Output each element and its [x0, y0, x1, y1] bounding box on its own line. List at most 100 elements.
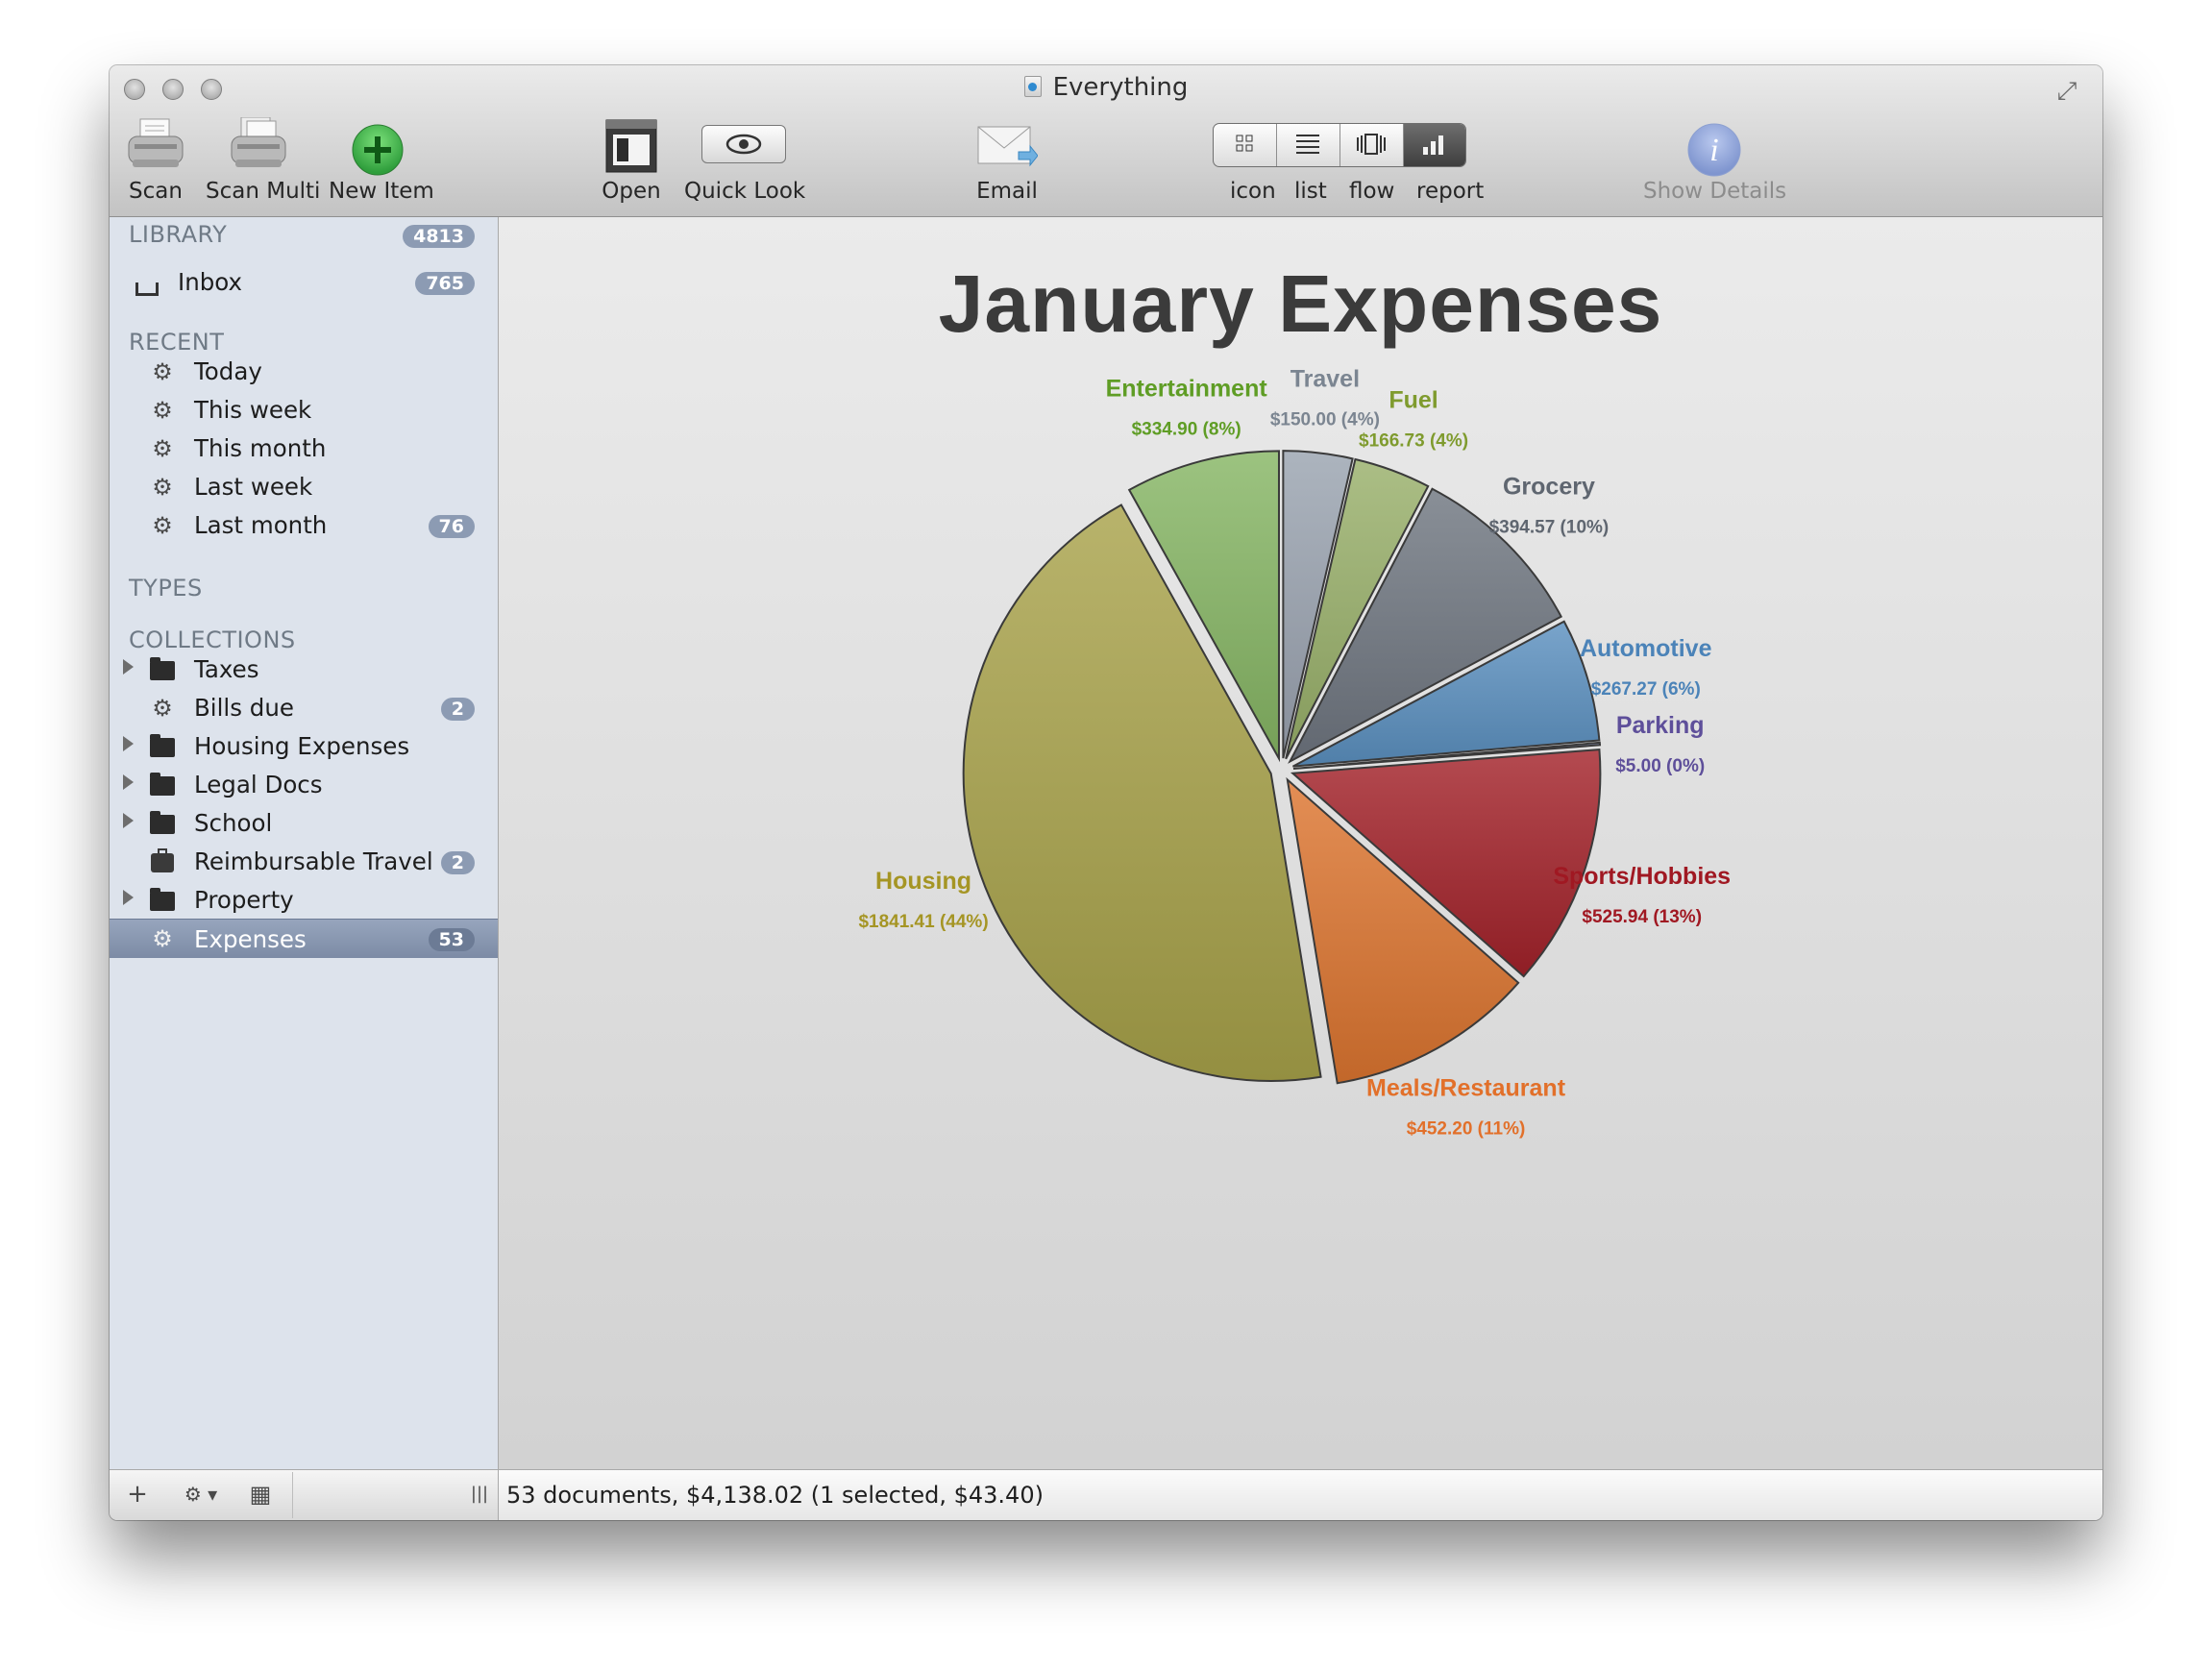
recent-heading: RECENT	[129, 329, 225, 356]
sidebar-item-label: Last week	[194, 473, 313, 501]
sidebar-item-label: This month	[194, 434, 327, 462]
report-view: January Expenses Travel $150.00 (4%) Fuel $…	[499, 217, 2102, 1469]
toolbar: Everything ⤢ Scan Scan Multi New Item Op…	[110, 65, 2102, 217]
quick-look-label: Quick Look	[684, 179, 806, 204]
sidebar-item-last-month[interactable]: ⚙ Last month 76	[110, 507, 498, 544]
disclosure-triangle-icon[interactable]	[123, 890, 134, 905]
sidebar-item-expenses[interactable]: ⚙ Expenses 53	[110, 919, 498, 958]
slice-value-grocery: $394.57 (10%)	[1489, 517, 1610, 537]
types-heading[interactable]: TYPES	[129, 575, 203, 602]
sidebar-item-bills-due[interactable]: ⚙ Bills due 2	[110, 690, 498, 726]
multi-scanner-icon	[231, 117, 286, 167]
sidebar-item-this-month[interactable]: ⚙ This month	[110, 430, 498, 467]
bar-chart-icon	[1423, 135, 1443, 155]
fullscreen-icon[interactable]: ⤢	[2052, 77, 2081, 106]
sidebar-item-last-week[interactable]: ⚙ Last week	[110, 469, 498, 505]
sidebar-item-label: Reimbursable Travel	[194, 847, 433, 875]
scanner-icon	[128, 118, 184, 167]
app-window: Everything ⤢ Scan Scan Multi New Item Op…	[110, 65, 2102, 1520]
new-item-button[interactable]: New Item	[329, 65, 434, 216]
sidebar-item-school[interactable]: School	[110, 805, 498, 842]
sidebar-item-label: Last month	[194, 511, 328, 539]
view-list-button[interactable]	[1277, 124, 1340, 166]
slice-value-travel: $150.00 (4%)	[1270, 410, 1380, 430]
slice-value-sports-hobbies: $525.94 (13%)	[1582, 907, 1702, 927]
envelope-icon	[977, 126, 1038, 167]
slice-label-fuel: Fuel	[1389, 387, 1438, 414]
email-button[interactable]: Email	[969, 65, 1045, 216]
scan-label: Scan	[129, 179, 183, 204]
calendar-button[interactable]: ▦	[244, 1478, 277, 1510]
sidebar-item-property[interactable]: Property	[110, 882, 498, 919]
sidebar-item-inbox[interactable]: Inbox 765	[110, 264, 498, 301]
smart-folder-gear-icon: ⚙	[152, 474, 173, 501]
footer-divider	[292, 1472, 293, 1518]
view-icon-button[interactable]	[1214, 124, 1277, 166]
view-flow-label: flow	[1349, 179, 1395, 204]
slice-label-travel: Travel	[1290, 366, 1360, 393]
scan-multi-label: Scan Multi	[206, 179, 321, 204]
briefcase-icon	[150, 848, 175, 874]
slice-value-parking: $5.00 (0%)	[1615, 756, 1705, 776]
sidebar-item-label: Today	[194, 357, 262, 385]
smart-folder-gear-icon: ⚙	[152, 512, 173, 539]
gear-menu-button[interactable]: ⚙ ▾	[177, 1478, 225, 1510]
sidebar-item-label: This week	[194, 396, 312, 424]
disclosure-triangle-icon[interactable]	[123, 736, 134, 751]
list-icon	[1296, 135, 1319, 154]
smart-folder-gear-icon: ⚙	[152, 358, 173, 385]
slice-value-fuel: $166.73 (4%)	[1359, 431, 1468, 452]
slice-value-entertainment: $334.90 (8%)	[1132, 420, 1241, 440]
show-details-label: Show Details	[1643, 179, 1787, 204]
svg-text:i: i	[1709, 133, 1718, 168]
sidebar-item-housing-expenses[interactable]: Housing Expenses	[110, 728, 498, 765]
slice-label-entertainment: Entertainment	[1106, 376, 1268, 403]
email-label: Email	[976, 179, 1038, 204]
inbox-count-badge: 765	[415, 272, 475, 295]
folder-icon	[150, 657, 175, 682]
sidebar-item-label: School	[194, 809, 273, 837]
library-heading: LIBRARY	[129, 221, 228, 248]
sidebar-item-label: Expenses	[194, 925, 307, 953]
library-count-badge: 4813	[403, 225, 475, 248]
resize-handle[interactable]: |||	[465, 1478, 494, 1510]
slice-label-meals-restaurant: Meals/Restaurant	[1366, 1074, 1566, 1101]
add-collection-button[interactable]: +	[123, 1478, 152, 1510]
slice-label-sports-hobbies: Sports/Hobbies	[1553, 863, 1731, 890]
sidebar-item-taxes[interactable]: Taxes	[110, 651, 498, 688]
view-mode-control	[1213, 123, 1466, 167]
open-button[interactable]: Open	[600, 65, 663, 216]
view-report-button[interactable]	[1404, 124, 1465, 166]
disclosure-triangle-icon[interactable]	[123, 813, 134, 828]
slice-value-meals-restaurant: $452.20 (11%)	[1407, 1118, 1526, 1139]
add-icon	[352, 124, 404, 176]
folder-icon	[150, 811, 175, 836]
quick-look-button[interactable]: Quick Look	[684, 65, 806, 216]
sidebar-item-reimbursable-travel[interactable]: Reimbursable Travel 2	[110, 844, 498, 880]
disclosure-triangle-icon[interactable]	[123, 659, 134, 675]
sidebar-item-legal-docs[interactable]: Legal Docs	[110, 767, 498, 803]
sidebar-item-today[interactable]: ⚙ Today	[110, 354, 498, 390]
slice-value-housing: $1841.41 (44%)	[858, 912, 988, 932]
show-details-button[interactable]: i Show Details	[1643, 65, 1787, 216]
folder-icon	[150, 888, 175, 913]
scan-multi-button[interactable]: Scan Multi	[206, 65, 321, 216]
disclosure-triangle-icon[interactable]	[123, 774, 134, 790]
new-item-label: New Item	[329, 179, 434, 204]
slice-label-housing: Housing	[875, 868, 971, 895]
folder-icon	[150, 734, 175, 759]
sidebar-item-this-week[interactable]: ⚙ This week	[110, 392, 498, 429]
slice-label-grocery: Grocery	[1503, 473, 1595, 500]
view-flow-button[interactable]	[1340, 124, 1404, 166]
sidebar-item-label: Property	[194, 886, 294, 914]
status-text: 53 documents, $4,138.02 (1 selected, $43…	[506, 1482, 1044, 1509]
grid-icon	[1236, 135, 1253, 152]
eye-icon	[701, 125, 786, 163]
reimbursable-travel-count-badge: 2	[440, 851, 475, 874]
scan-button[interactable]: Scan	[125, 65, 186, 216]
bills-due-count-badge: 2	[440, 698, 475, 721]
slice-label-automotive: Automotive	[1580, 635, 1712, 662]
slice-label-parking: Parking	[1616, 712, 1705, 739]
smart-folder-gear-icon: ⚙	[152, 925, 173, 952]
last-month-count-badge: 76	[428, 515, 475, 538]
